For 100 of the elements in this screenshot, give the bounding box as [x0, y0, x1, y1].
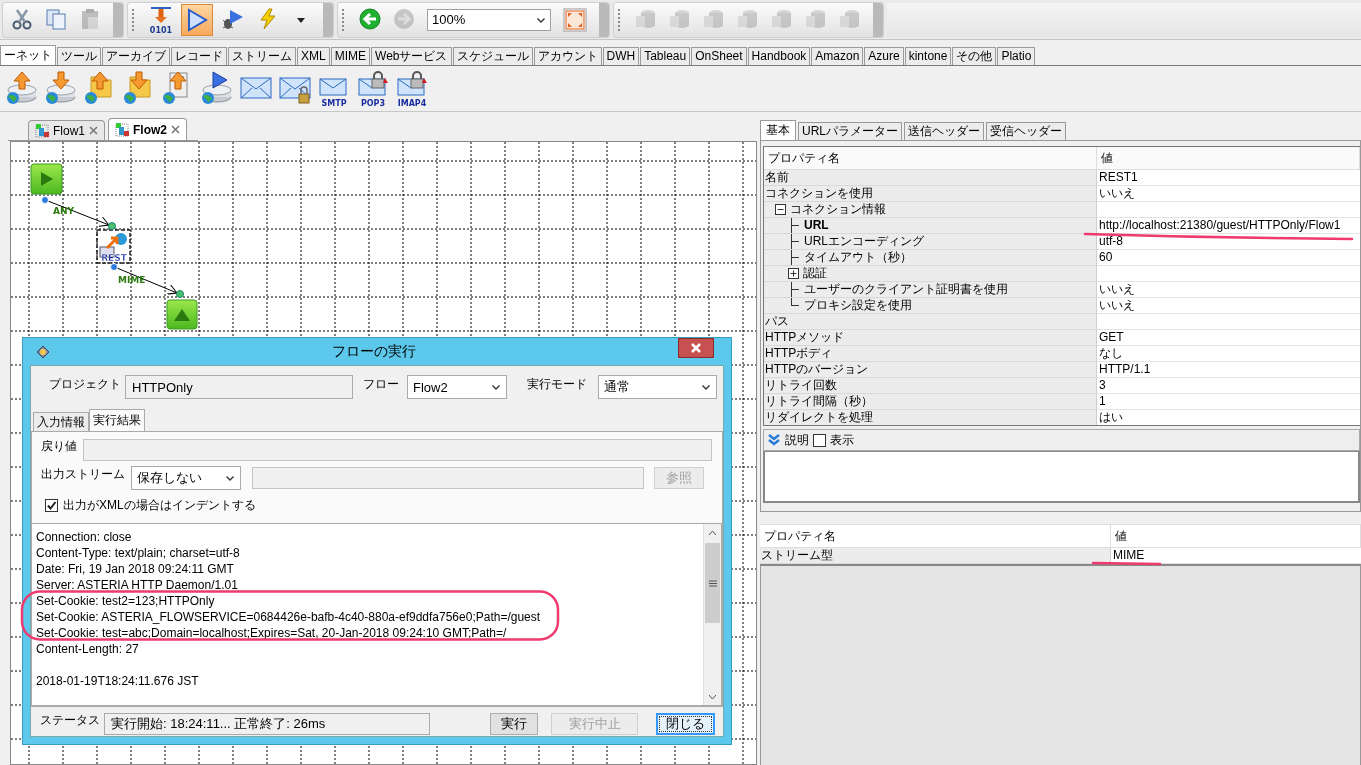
- category-tab[interactable]: スケジュール: [452, 47, 533, 65]
- tab[interactable]: 基本: [760, 120, 796, 140]
- scrollbar[interactable]: [703, 524, 721, 705]
- property-name: タイムアウト（秒）: [804, 250, 912, 265]
- category-tab[interactable]: XML: [297, 47, 330, 65]
- field-label: 戻り値: [41, 438, 78, 455]
- input-port[interactable]: [176, 290, 184, 298]
- category-tab[interactable]: Azure: [864, 47, 904, 65]
- category-tab[interactable]: MIME: [330, 47, 371, 65]
- toolbar-end-handle[interactable]: [113, 2, 123, 37]
- checkbox-label: 出力がXMLの場合はインデントする: [63, 496, 256, 514]
- property-name: リトライ回数: [765, 378, 837, 393]
- end-node[interactable]: [166, 299, 198, 330]
- section-label: 説明: [785, 431, 809, 449]
- category-tab[interactable]: Webサービス: [371, 47, 452, 65]
- flow-icon: [115, 122, 129, 137]
- dropdown[interactable]: Flow2: [407, 375, 507, 399]
- tab[interactable]: 送信ヘッダー: [904, 122, 984, 140]
- editor-tab[interactable]: Flow2: [108, 118, 188, 140]
- text-field[interactable]: HTTPOnly: [125, 375, 353, 399]
- property-name: 名前: [765, 170, 789, 185]
- collapse-icon[interactable]: [775, 204, 786, 215]
- table-cell: 3: [1097, 378, 1360, 394]
- field-label: 実行モード: [527, 376, 588, 393]
- category-tab[interactable]: ーネット: [0, 45, 56, 65]
- category-tab[interactable]: DWH: [602, 47, 640, 65]
- category-tab[interactable]: Amazon: [811, 47, 864, 65]
- category-tab[interactable]: Tableau: [640, 47, 691, 65]
- category-tab[interactable]: Handbook: [747, 47, 811, 65]
- connector-arrow[interactable]: [47, 200, 110, 227]
- table-cell: ストリーム型: [760, 548, 1111, 564]
- toolbar-end-handle[interactable]: [873, 2, 883, 37]
- category-tab[interactable]: ストリーム: [228, 47, 296, 65]
- connector-label: MIME: [118, 275, 146, 285]
- column-header: 値: [1111, 525, 1361, 547]
- expand-icon[interactable]: [788, 268, 799, 279]
- description-field[interactable]: [763, 451, 1360, 503]
- toolbar-grip[interactable]: [342, 8, 347, 31]
- category-tab[interactable]: kintone: [904, 47, 952, 65]
- status-field: 実行開始: 18:24:11... 正常終了: 26ms: [104, 713, 430, 735]
- checkbox[interactable]: [813, 433, 826, 447]
- category-tab[interactable]: その他: [952, 47, 997, 65]
- chevron-down-icon: [701, 382, 711, 392]
- output-port[interactable]: [110, 263, 118, 271]
- category-tab[interactable]: Platio: [997, 47, 1036, 65]
- close-icon[interactable]: [171, 125, 181, 134]
- checkbox[interactable]: [45, 498, 58, 512]
- scroll-thumb[interactable]: [705, 543, 720, 623]
- output-line: Set-Cookie: test2=123;HTTPOnly: [36, 593, 216, 609]
- close-button[interactable]: [678, 337, 714, 358]
- field-label: プロジェクト: [49, 376, 121, 393]
- tab[interactable]: 受信ヘッダー: [986, 122, 1066, 140]
- category-tab[interactable]: レコード: [171, 47, 227, 65]
- window-title: フローの実行: [331, 342, 417, 361]
- editor-tab[interactable]: Flow1: [28, 120, 105, 140]
- table-cell: 1: [1097, 394, 1360, 410]
- table-cell: 60: [1097, 250, 1360, 266]
- tab[interactable]: URLパラメーター: [798, 122, 902, 140]
- category-tab[interactable]: アーカイブ: [102, 47, 170, 65]
- double-chevron-icon[interactable]: [767, 433, 781, 447]
- category-tab[interactable]: ツール: [57, 47, 101, 65]
- dropdown[interactable]: 通常: [598, 375, 717, 399]
- toolbar-grip[interactable]: [618, 8, 623, 31]
- chevron-up-icon[interactable]: [708, 529, 717, 536]
- checkbox-label: 表示: [830, 431, 854, 449]
- table-cell: GET: [1097, 330, 1360, 346]
- dialog-button[interactable]: 閉じる: [656, 713, 715, 735]
- tab[interactable]: 実行結果: [89, 409, 145, 431]
- field-label: 出力ストリーム: [41, 466, 125, 483]
- dropdown[interactable]: 保存しない: [131, 466, 241, 490]
- property-name: URLエンコーディング: [804, 234, 924, 249]
- dialog-button[interactable]: 実行: [490, 713, 538, 735]
- table-cell: REST1: [1097, 170, 1360, 186]
- toolbar-end-handle[interactable]: [599, 2, 609, 37]
- output-port[interactable]: [41, 196, 49, 204]
- start-node[interactable]: [30, 163, 63, 195]
- checkmark-icon: [46, 499, 57, 511]
- property-name: コネクション情報: [790, 202, 886, 217]
- text-field[interactable]: [252, 467, 644, 489]
- chevron-down-icon[interactable]: [708, 693, 717, 700]
- column-header: プロパティ名: [764, 147, 1097, 169]
- rest-node[interactable]: REST: [96, 229, 131, 264]
- connector-arrow[interactable]: [116, 267, 178, 295]
- table-cell: いいえ: [1097, 282, 1360, 298]
- table-cell: HTTP/1.1: [1097, 362, 1360, 378]
- property-name: リダイレクトを処理: [765, 410, 873, 425]
- close-icon[interactable]: [89, 126, 98, 135]
- category-tab[interactable]: OnSheet: [691, 47, 747, 65]
- property-name: リトライ間隔（秒）: [765, 394, 873, 409]
- input-port[interactable]: [108, 222, 116, 230]
- chevron-down-icon: [491, 382, 501, 392]
- tab[interactable]: 入力情報: [33, 412, 89, 431]
- toolbar-end-handle[interactable]: [323, 2, 333, 37]
- flow-icon: [35, 123, 49, 138]
- category-tab[interactable]: アカウント: [533, 47, 602, 65]
- zoom-select[interactable]: 100%: [427, 8, 551, 31]
- column-header: プロパティ名: [760, 525, 1111, 547]
- table-cell: はい: [1097, 410, 1360, 425]
- toolbar-grip[interactable]: [132, 8, 137, 31]
- property-name: プロキシ設定を使用: [804, 298, 912, 313]
